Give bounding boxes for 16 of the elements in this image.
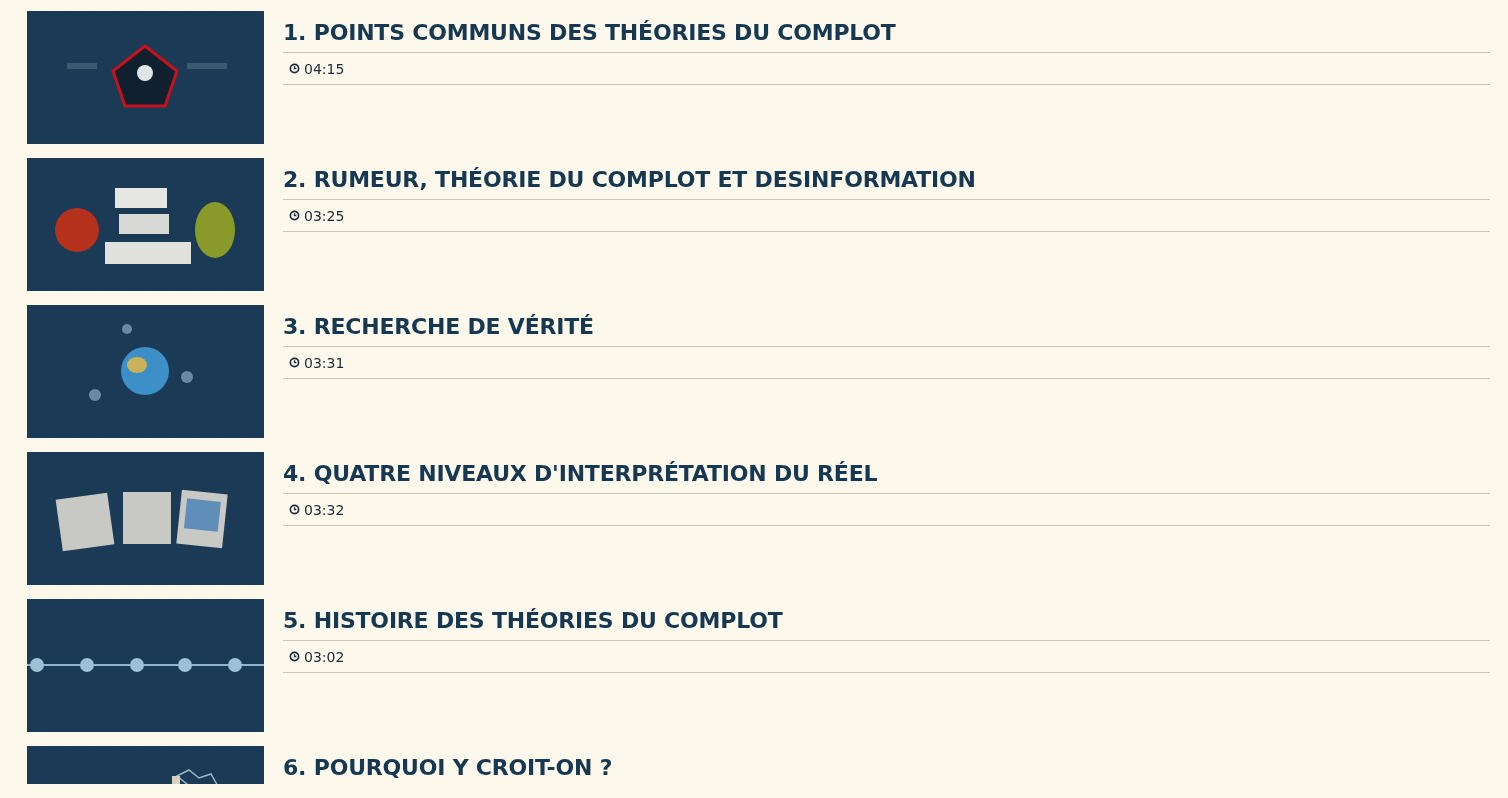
video-duration: 03:25 [304,207,345,224]
video-title[interactable]: 3. RECHERCHE DE VÉRITÉ [283,305,1490,347]
clock-icon [289,210,300,221]
clock-icon [289,651,300,662]
video-duration: 03:02 [304,648,345,665]
video-title[interactable]: 4. QUATRE NIVEAUX D'INTERPRÉTATION DU RÉEL [283,452,1490,494]
video-duration: 04:15 [304,60,345,77]
video-title[interactable]: 1. POINTS COMMUNS DES THÉORIES DU COMPLOT [283,11,1490,53]
video-title[interactable]: 6. POURQUOI Y CROIT-ON ? [283,746,1490,784]
clock-icon [289,63,300,74]
clock-icon [289,504,300,515]
video-duration: 03:32 [304,501,345,518]
video-title[interactable]: 2. RUMEUR, THÉORIE DU COMPLOT ET DESINFORMATION [283,158,1490,200]
video-duration: 03:31 [304,354,345,371]
clock-icon [289,357,300,368]
video-title[interactable]: 5. HISTOIRE DES THÉORIES DU COMPLOT [283,599,1490,641]
